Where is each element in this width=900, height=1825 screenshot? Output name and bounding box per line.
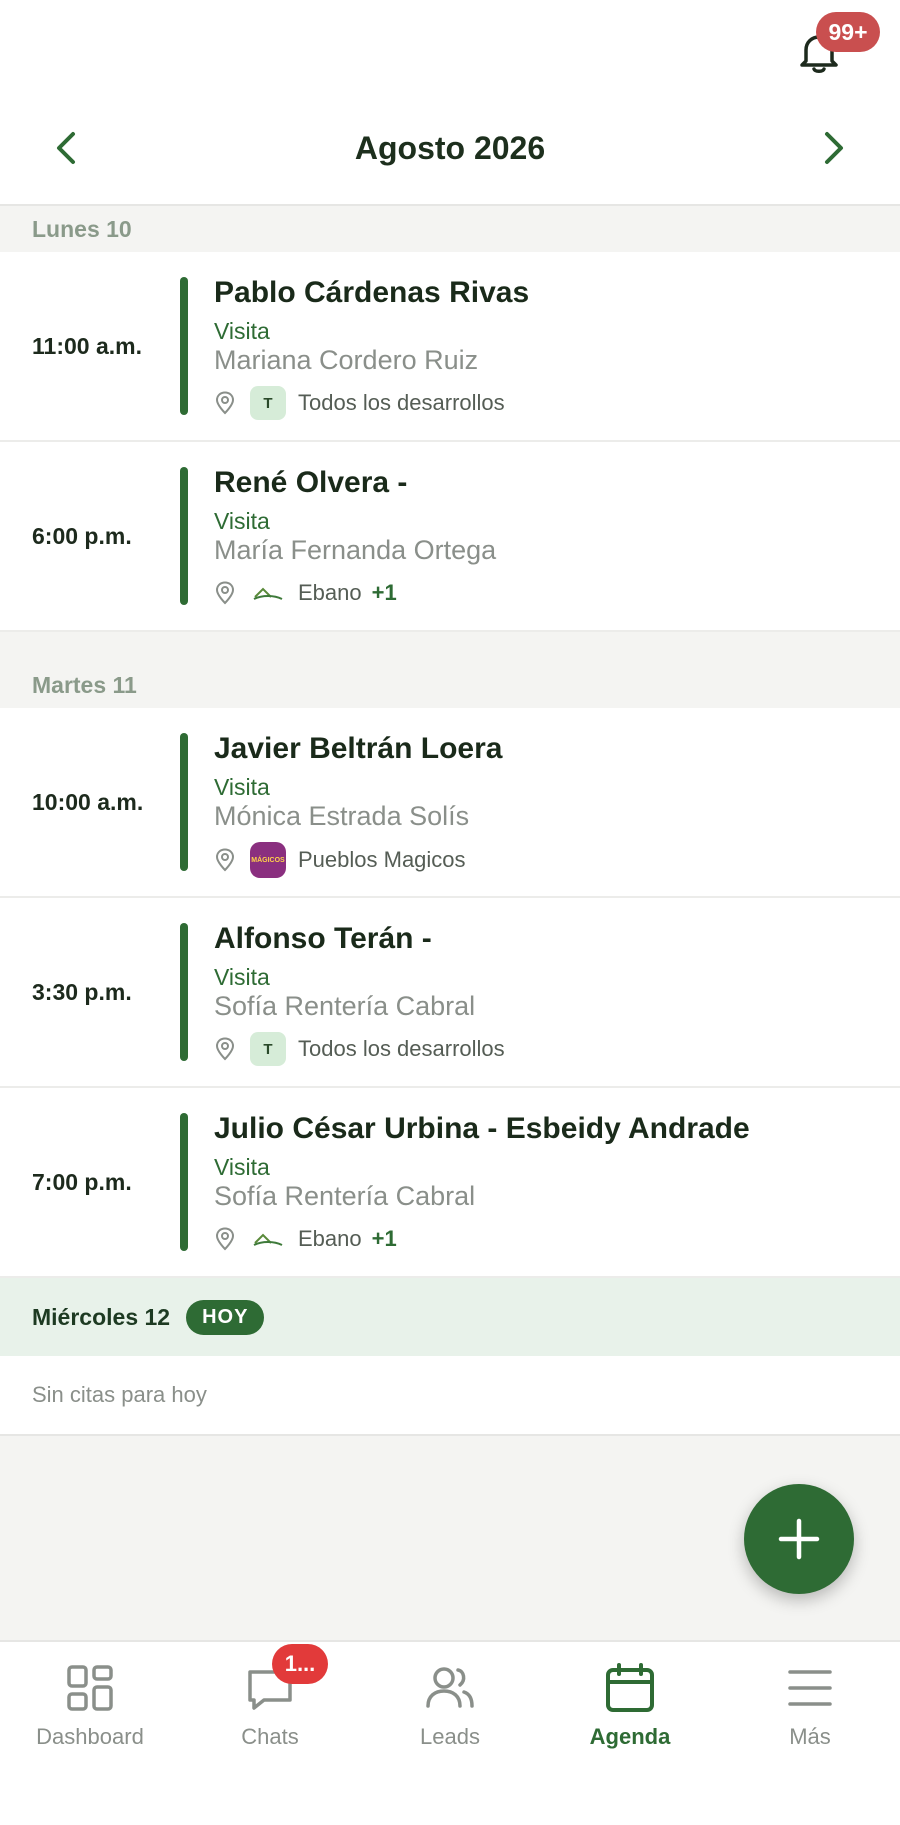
development-row: T Todos los desarrollos (214, 386, 880, 420)
lead-name: Javier Beltrán Loera (214, 732, 503, 765)
month-title: Agosto 2026 (354, 130, 546, 166)
development-row: T Todos los desarrollos (214, 1032, 880, 1066)
grid-icon (62, 1660, 118, 1716)
top-bar: 99+ (0, 0, 900, 90)
ebano-logo-icon (250, 576, 286, 610)
chat-icon: 1... (242, 1644, 328, 1716)
tab-agenda[interactable]: Agenda (540, 1660, 720, 1750)
pueblos-magicos-logo-icon: MÁGICOS (250, 842, 286, 878)
location-pin-icon (215, 1037, 235, 1061)
development-name: Todos los desarrollos (298, 1036, 505, 1061)
lead-name: Pablo Cárdenas Rivas (214, 276, 530, 309)
lead-name: René Olvera - (214, 466, 408, 499)
add-appointment-button[interactable] (744, 1484, 854, 1594)
tab-label: Agenda (589, 1724, 671, 1749)
lead-name: Julio César Urbina - Esbeidy Andrade (214, 1112, 750, 1145)
appointment-type: Visita (214, 774, 270, 800)
agent-name: Mariana Cordero Ruiz (214, 345, 479, 375)
ebano-logo-icon (250, 1222, 286, 1256)
appointment-card[interactable]: 11:00 a.m. Pablo Cárdenas Rivas Visita M… (0, 252, 900, 442)
appointment-type: Visita (214, 1154, 270, 1180)
development-name: Pueblos Magicos (298, 847, 466, 872)
appointment-card[interactable]: 7:00 p.m. Julio César Urbina - Esbeidy A… (0, 1088, 900, 1278)
day-label: Lunes 10 (32, 215, 132, 242)
tab-label: Dashboard (36, 1724, 144, 1749)
location-pin-icon (215, 581, 235, 605)
appointment-type: Visita (214, 964, 270, 990)
agent-name: Sofía Rentería Cabral (214, 1181, 476, 1211)
appointment-time: 10:00 a.m. (32, 789, 144, 815)
notification-badge[interactable]: 99+ (816, 12, 880, 52)
agent-name: Sofía Rentería Cabral (214, 991, 476, 1021)
development-row: MÁGICOS Pueblos Magicos (214, 842, 880, 878)
agent-name: María Fernanda Ortega (214, 535, 497, 565)
tab-label: Chats (241, 1724, 299, 1749)
development-row: Ebano +1 (214, 576, 880, 610)
day-header: Martes 11 (0, 632, 900, 708)
appointment-card[interactable]: 3:30 p.m. Alfonso Terán - Visita Sofía R… (0, 898, 900, 1088)
appointment-time: 7:00 p.m. (32, 1169, 132, 1195)
location-pin-icon (215, 1227, 235, 1251)
tab-dashboard[interactable]: Dashboard (0, 1660, 180, 1750)
development-row: Ebano +1 (214, 1222, 880, 1256)
today-badge: HOY (186, 1299, 265, 1335)
appointment-accent-bar (180, 923, 188, 1061)
agent-name: Mónica Estrada Solís (214, 801, 470, 831)
menu-icon (782, 1660, 838, 1716)
development-avatar-icon: T (250, 386, 286, 420)
tab-label: Leads (420, 1724, 480, 1749)
more-developments-count: +1 (371, 580, 397, 605)
development-avatar-icon: T (250, 1032, 286, 1066)
appointment-accent-bar (180, 733, 188, 871)
appointment-card[interactable]: 6:00 p.m. René Olvera - Visita María Fer… (0, 442, 900, 632)
tab-chats[interactable]: 1... Chats (180, 1644, 360, 1750)
appointment-accent-bar (180, 1113, 188, 1251)
development-name: Ebano (298, 580, 362, 605)
next-month-button[interactable] (814, 128, 854, 168)
development-name: Ebano (298, 1226, 362, 1251)
appointment-time: 11:00 a.m. (32, 333, 142, 359)
plus-icon (778, 1518, 820, 1560)
appointment-accent-bar (180, 277, 188, 415)
development-name: Todos los desarrollos (298, 390, 505, 415)
tab-leads[interactable]: Leads (360, 1660, 540, 1750)
month-navigation: Agosto 2026 (0, 90, 900, 206)
empty-day-message: Sin citas para hoy (0, 1356, 900, 1436)
location-pin-icon (215, 391, 235, 415)
agenda-list: Lunes 10 11:00 a.m. Pablo Cárdenas Rivas… (0, 206, 900, 1436)
appointment-time: 6:00 p.m. (32, 523, 132, 549)
appointment-type: Visita (214, 318, 270, 344)
day-header: Lunes 10 (0, 206, 900, 252)
appointment-time: 3:30 p.m. (32, 979, 132, 1005)
appointment-card[interactable]: 10:00 a.m. Javier Beltrán Loera Visita M… (0, 708, 900, 898)
more-developments-count: +1 (371, 1226, 397, 1251)
lead-name: Alfonso Terán - (214, 922, 432, 955)
chat-unread-badge: 1... (272, 1644, 328, 1684)
day-label: Miércoles 12 (32, 1303, 171, 1330)
tab-label: Más (789, 1724, 831, 1749)
calendar-icon (602, 1660, 658, 1716)
day-label: Martes 11 (32, 671, 137, 698)
appointment-type: Visita (214, 508, 270, 534)
bottom-tab-bar: Dashboard 1... Chats Leads Agenda Más (0, 1640, 900, 1825)
location-pin-icon (215, 848, 235, 872)
tab-mas[interactable]: Más (720, 1660, 900, 1750)
appointment-accent-bar (180, 467, 188, 605)
day-header-today: Miércoles 12 HOY (0, 1278, 900, 1356)
users-icon (422, 1660, 478, 1716)
